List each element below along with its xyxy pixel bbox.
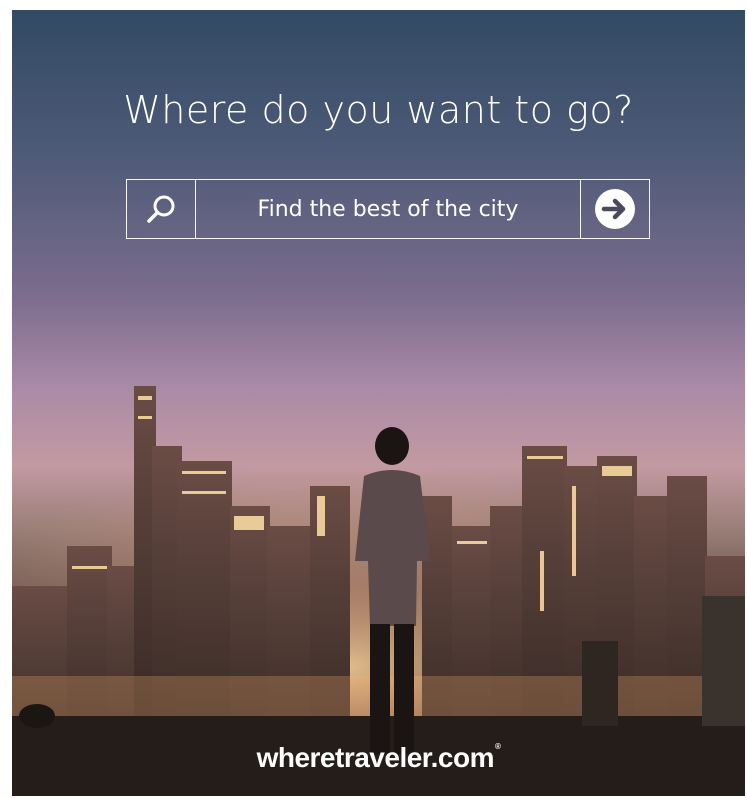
registered-mark: ®	[495, 742, 501, 751]
brand-logo-part-where: where	[256, 742, 336, 773]
brand-logo-part-traveler: traveler.com	[335, 742, 495, 773]
arrow-right-circle-icon	[595, 189, 635, 229]
search-bar	[126, 179, 650, 239]
brand-logo: wheretraveler.com®	[12, 742, 745, 774]
headline: Where do you want to go?	[123, 88, 634, 132]
search-submit-button[interactable]	[580, 180, 649, 238]
search-input[interactable]	[196, 180, 580, 238]
travel-ad-banner: Where do you want to go? wheretraveler.c…	[12, 10, 745, 796]
search-icon[interactable]	[127, 180, 196, 238]
city-skyline-image	[12, 386, 745, 796]
